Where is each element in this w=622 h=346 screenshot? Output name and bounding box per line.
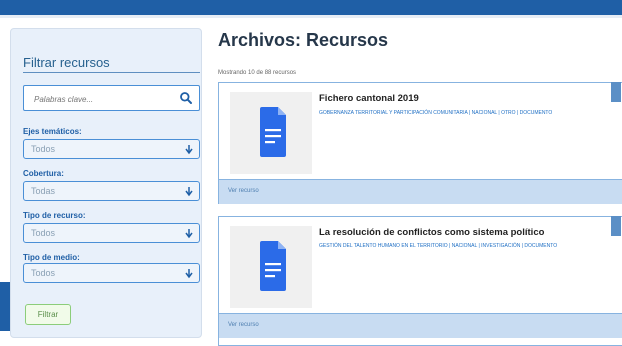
select-cobertura-value: Todas bbox=[31, 186, 56, 196]
resource-thumbnail[interactable] bbox=[230, 92, 312, 174]
select-tipo-recurso[interactable]: Todos bbox=[23, 223, 200, 243]
select-ejes-tematicos[interactable]: Todos bbox=[23, 139, 200, 159]
view-resource-link[interactable]: Ver recurso bbox=[228, 322, 259, 328]
search-input[interactable] bbox=[32, 91, 176, 107]
filter-button[interactable]: Filtrar bbox=[25, 304, 71, 325]
sidebar-title: Filtrar recursos bbox=[23, 55, 110, 70]
top-header-bar bbox=[0, 0, 622, 15]
results-count: Mostrando 10 de 88 recursos bbox=[218, 70, 297, 76]
resource-thumbnail[interactable] bbox=[230, 226, 312, 308]
resource-card[interactable]: La resolución de conflictos como sistema… bbox=[218, 216, 622, 346]
resource-title[interactable]: La resolución de conflictos como sistema… bbox=[319, 227, 544, 238]
card-corner-tab bbox=[611, 216, 621, 236]
search-icon[interactable] bbox=[179, 91, 193, 105]
select-tipo-recurso-value: Todos bbox=[31, 228, 56, 238]
document-icon bbox=[260, 107, 286, 157]
resource-tags: GESTIÓN DEL TALENTO HUMANO EN EL TERRITO… bbox=[319, 243, 558, 249]
page-title: Archivos: Recursos bbox=[218, 30, 389, 50]
card-footer[interactable]: Ver recurso bbox=[219, 179, 622, 204]
search-field[interactable] bbox=[23, 85, 200, 111]
header-shadow bbox=[0, 15, 622, 18]
card-footer[interactable]: Ver recurso bbox=[219, 313, 622, 338]
resource-card[interactable]: Fichero cantonal 2019 GOBERNANZA TERRITO… bbox=[218, 82, 622, 204]
resource-tags: GOBERNANZA TERRITORIAL Y PARTICIPACIÓN C… bbox=[319, 110, 553, 116]
resource-title[interactable]: Fichero cantonal 2019 bbox=[319, 93, 419, 104]
select-cobertura[interactable]: Todas bbox=[23, 181, 200, 201]
filter-label-tipo-recurso: Tipo de recurso: bbox=[23, 211, 86, 220]
filter-label-tipo-medio: Tipo de medio: bbox=[23, 253, 80, 262]
sidebar-divider bbox=[23, 72, 200, 73]
select-ejes-value: Todos bbox=[31, 144, 56, 154]
filter-label-ejes: Ejes temáticos: bbox=[23, 127, 82, 136]
chevron-down-icon bbox=[185, 187, 193, 197]
card-corner-tab bbox=[611, 82, 621, 102]
chevron-down-icon bbox=[185, 269, 193, 279]
view-resource-link[interactable]: Ver recurso bbox=[228, 188, 259, 194]
document-icon bbox=[260, 241, 286, 291]
filter-label-cobertura: Cobertura: bbox=[23, 169, 64, 178]
chevron-down-icon bbox=[185, 145, 193, 155]
select-tipo-medio-value: Todos bbox=[31, 268, 56, 278]
select-tipo-medio[interactable]: Todos bbox=[23, 263, 200, 283]
filter-sidebar: Filtrar recursos Ejes temáticos: Todos C… bbox=[10, 28, 202, 338]
chevron-down-icon bbox=[185, 229, 193, 239]
